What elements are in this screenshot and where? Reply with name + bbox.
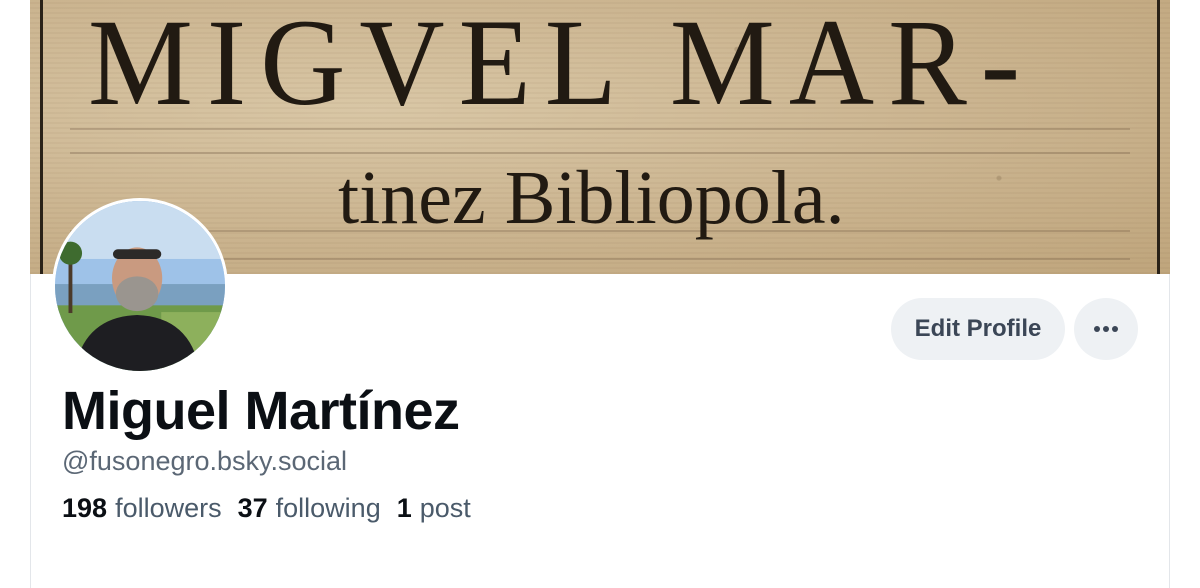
posts-count: 1 — [396, 493, 412, 523]
followers-stat[interactable]: 198 followers — [62, 493, 222, 524]
display-name: Miguel Martínez — [62, 381, 460, 441]
posts-label: post — [419, 493, 471, 523]
following-label: following — [275, 493, 381, 523]
profile-handle: @fusonegro.bsky.social — [62, 446, 348, 476]
following-count: 37 — [237, 493, 268, 523]
more-options-button[interactable] — [1074, 298, 1138, 360]
following-stat[interactable]: 37 following — [238, 493, 381, 524]
followers-count: 198 — [62, 493, 108, 523]
posts-stat: 1 post — [397, 493, 471, 524]
followers-label: followers — [115, 493, 222, 523]
banner-text-line1: MIGVEL MAR- — [88, 0, 1035, 132]
profile-stats: 198 followers 37 following 1 post — [62, 493, 471, 524]
avatar[interactable] — [52, 198, 228, 374]
edit-profile-button[interactable]: Edit Profile — [891, 298, 1065, 360]
ellipsis-icon — [1094, 326, 1118, 332]
avatar-image — [55, 201, 225, 371]
banner-text-line2: tinez Bibliopola. — [338, 156, 845, 240]
